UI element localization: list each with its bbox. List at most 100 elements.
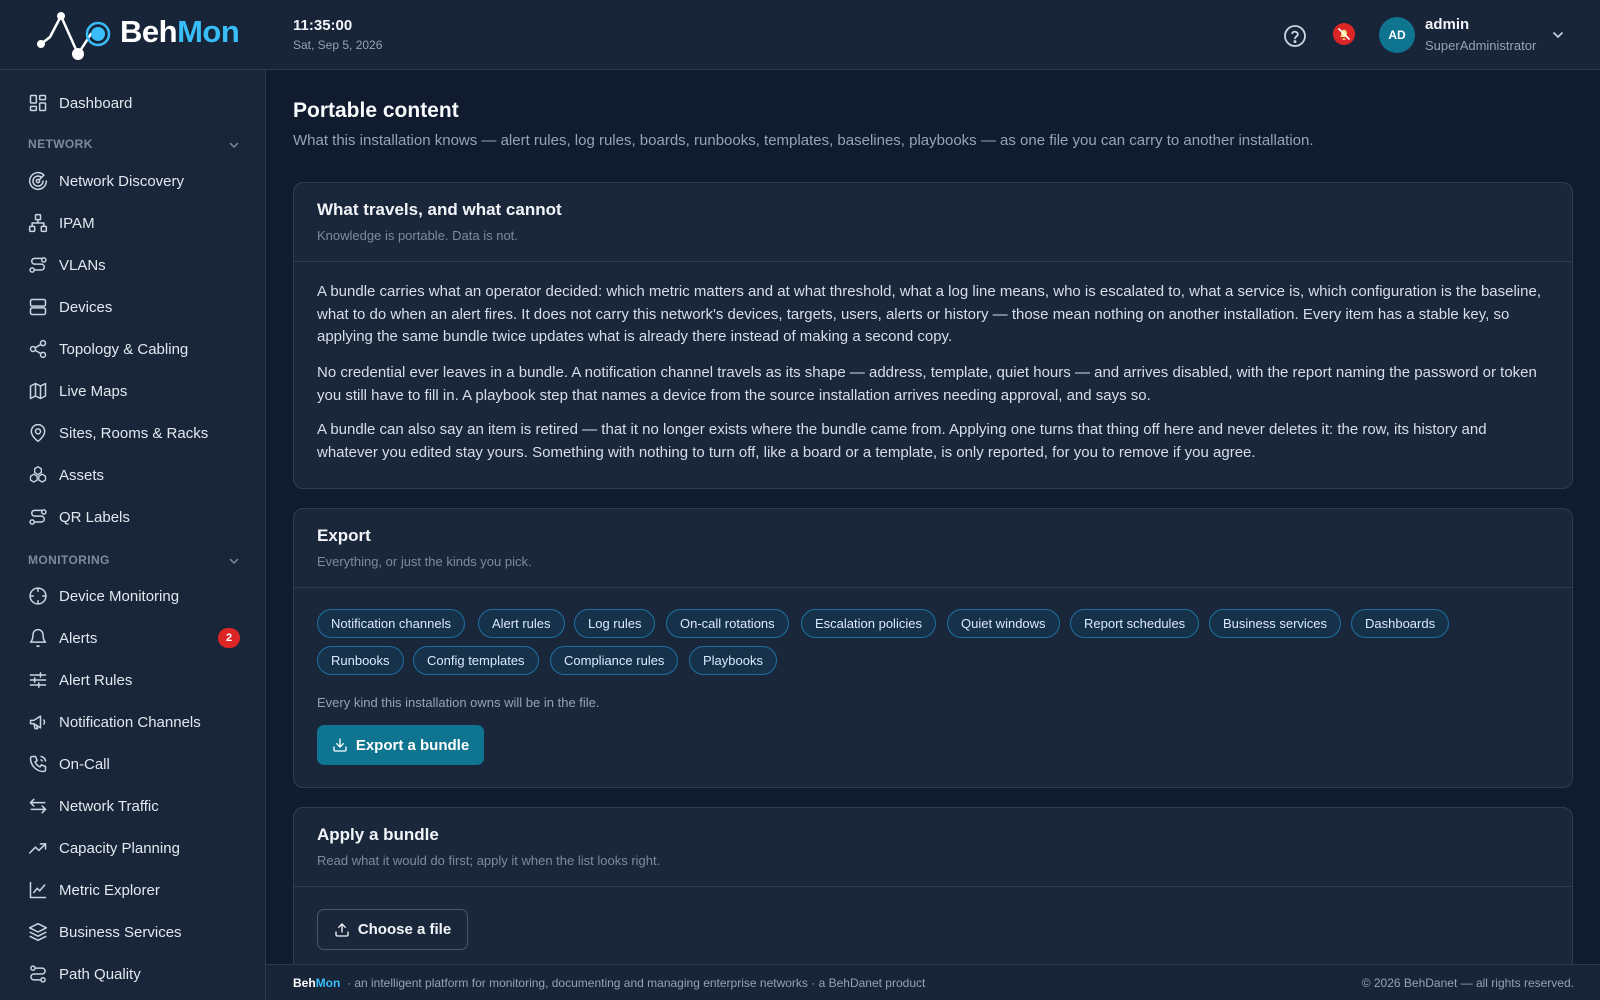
layers-icon [28, 922, 48, 942]
sidebar-item-label: Devices [59, 298, 113, 316]
sidebar-item-qr-labels[interactable]: QR Labels [0, 497, 266, 537]
card-title: What travels, and what cannot [317, 200, 562, 219]
footer-tagline: · an intelligent platform for monitoring… [347, 976, 926, 990]
sidebar-item-metric-explorer[interactable]: Metric Explorer [0, 870, 266, 910]
sidebar-item-label: Notification Channels [59, 713, 201, 731]
paragraph: A bundle can also say an item is retired… [317, 421, 1487, 461]
sidebar-item-label: Metric Explorer [59, 881, 160, 899]
choose-file-button[interactable]: Choose a file [317, 909, 468, 950]
sidebar-item-network-discovery[interactable]: Network Discovery [0, 161, 266, 201]
card-title: Export [317, 526, 371, 545]
sidebar-item-label: Alert Rules [59, 671, 133, 689]
paragraph: No credential ever leaves in a bundle. A… [317, 364, 1537, 404]
kind-chip-alert-rules[interactable]: Alert rules [478, 609, 565, 638]
card-subtitle: Read what it would do first; apply it wh… [317, 853, 661, 868]
kind-chip-business-services[interactable]: Business services [1209, 609, 1342, 638]
export-bundle-label: Export a bundle [355, 736, 470, 754]
sidebar-item-ipam[interactable]: IPAM [0, 203, 266, 243]
sidebar-item-label: Topology & Cabling [59, 340, 189, 358]
sidebar-item-device-monitoring[interactable]: Device Monitoring [0, 576, 266, 616]
logo-icon [37, 12, 111, 60]
sidebar-item-business-services[interactable]: Business Services [0, 912, 266, 952]
sidebar-item-network-traffic[interactable]: Network Traffic [0, 786, 266, 826]
sidebar-item-label: IPAM [59, 214, 95, 232]
section-monitoring[interactable]: MONITORING [28, 553, 240, 571]
section-network[interactable]: NETWORK [28, 137, 240, 155]
sidebar-item-label: Sites, Rooms & Racks [59, 424, 209, 442]
page-title: Portable content [293, 99, 459, 122]
export-card: Export Everything, or just the kinds you… [293, 508, 1573, 788]
brand-name: BehMon [120, 14, 240, 49]
page-subtitle: What this installation knows — alert rul… [293, 132, 1314, 149]
sidebar-item-label: Network Discovery [59, 172, 185, 190]
megaphone-icon [28, 712, 48, 732]
chevron-down-icon [229, 558, 239, 565]
boxes-icon [28, 465, 48, 485]
sidebar-item-notification-channels[interactable]: Notification Channels [0, 702, 266, 742]
clock-time: 11:35:00 [293, 17, 353, 34]
avatar[interactable]: AD [1379, 17, 1415, 53]
paragraph: A bundle carries what an operator decide… [317, 283, 1541, 345]
route-icon [28, 507, 48, 527]
sidebar-item-sites[interactable]: Sites, Rooms & Racks [0, 413, 266, 453]
travels-card: What travels, and what cannot Knowledge … [293, 182, 1573, 489]
sidebar-item-topology[interactable]: Topology & Cabling [0, 329, 266, 369]
help-icon[interactable] [1283, 24, 1307, 48]
sidebar-item-alert-rules[interactable]: Alert Rules [0, 660, 266, 700]
sidebar-item-live-maps[interactable]: Live Maps [0, 371, 266, 411]
kind-chip-log-rules[interactable]: Log rules [574, 609, 656, 638]
sidebar-item-assets[interactable]: Assets [0, 455, 266, 495]
sidebar-item-label: QR Labels [59, 508, 130, 526]
sidebar-item-label: Business Services [59, 923, 182, 941]
sidebar-item-path-quality[interactable]: Path Quality [0, 954, 266, 994]
kind-chip-compliance-rules[interactable]: Compliance rules [550, 646, 679, 675]
sidebar-item-label: Assets [59, 466, 105, 484]
footer: BehMon · an intelligent platform for mon… [266, 964, 1600, 1000]
line-chart-icon [28, 880, 48, 900]
chevron-down-icon [229, 142, 239, 149]
server-icon [28, 297, 48, 317]
sidebar-item-label: Path Quality [59, 965, 141, 983]
kind-chip-notification-channels[interactable]: Notification channels [317, 609, 465, 638]
sidebar-item-on-call[interactable]: On-Call [0, 744, 266, 784]
card-header: Export Everything, or just the kinds you… [294, 509, 1572, 588]
path-icon [28, 964, 48, 984]
notifications-muted-icon[interactable] [1332, 22, 1356, 46]
share-icon [28, 339, 48, 359]
user-role: SuperAdministrator [1425, 38, 1537, 53]
trending-up-icon [28, 838, 48, 858]
sidebar-item-devices[interactable]: Devices [0, 287, 266, 327]
sidebar-item-alerts[interactable]: Alerts 2 [0, 618, 266, 658]
kind-chip-config-templates[interactable]: Config templates [413, 646, 539, 675]
user-name[interactable]: admin [1425, 16, 1469, 33]
choose-file-label: Choose a file [357, 921, 452, 938]
kind-chip-on-call-rotations[interactable]: On-call rotations [666, 609, 789, 638]
sidebar: Dashboard NETWORK Network Discovery IPAM… [0, 70, 266, 1000]
sidebar-item-label: Live Maps [59, 382, 128, 400]
card-header: What travels, and what cannot Knowledge … [294, 183, 1572, 262]
sidebar-item-vlans[interactable]: VLANs [0, 245, 266, 285]
sliders-icon [28, 670, 48, 690]
download-icon [333, 738, 347, 752]
kind-chip-dashboards[interactable]: Dashboards [1351, 609, 1450, 638]
kind-chip-runbooks[interactable]: Runbooks [317, 646, 404, 675]
radar-icon [28, 171, 48, 191]
kind-chip-report-schedules[interactable]: Report schedules [1070, 609, 1200, 638]
sidebar-item-dashboard[interactable]: Dashboard [0, 83, 266, 123]
footer-copyright: © 2026 BehDanet — all rights reserved. [1361, 976, 1574, 990]
card-subtitle: Knowledge is portable. Data is not. [317, 228, 518, 243]
top-header: BehMon 11:35:00 Sat, Sep 5, 2026 AD admi… [0, 0, 1600, 70]
chevron-down-icon[interactable] [1551, 28, 1565, 42]
arrows-icon [28, 796, 48, 816]
kind-chip-escalation-policies[interactable]: Escalation policies [801, 609, 936, 638]
kind-chip-quiet-windows[interactable]: Quiet windows [947, 609, 1060, 638]
sidebar-item-label: Device Monitoring [59, 587, 180, 605]
footer-brand: BehMon [293, 976, 341, 990]
route-icon [28, 255, 48, 275]
kind-chip-playbooks[interactable]: Playbooks [689, 646, 777, 675]
export-bundle-button[interactable]: Export a bundle [317, 725, 484, 765]
main-content: Portable content What this installation … [266, 70, 1600, 964]
crosshair-icon [28, 586, 48, 606]
bell-icon [28, 628, 48, 648]
sidebar-item-capacity-planning[interactable]: Capacity Planning [0, 828, 266, 868]
